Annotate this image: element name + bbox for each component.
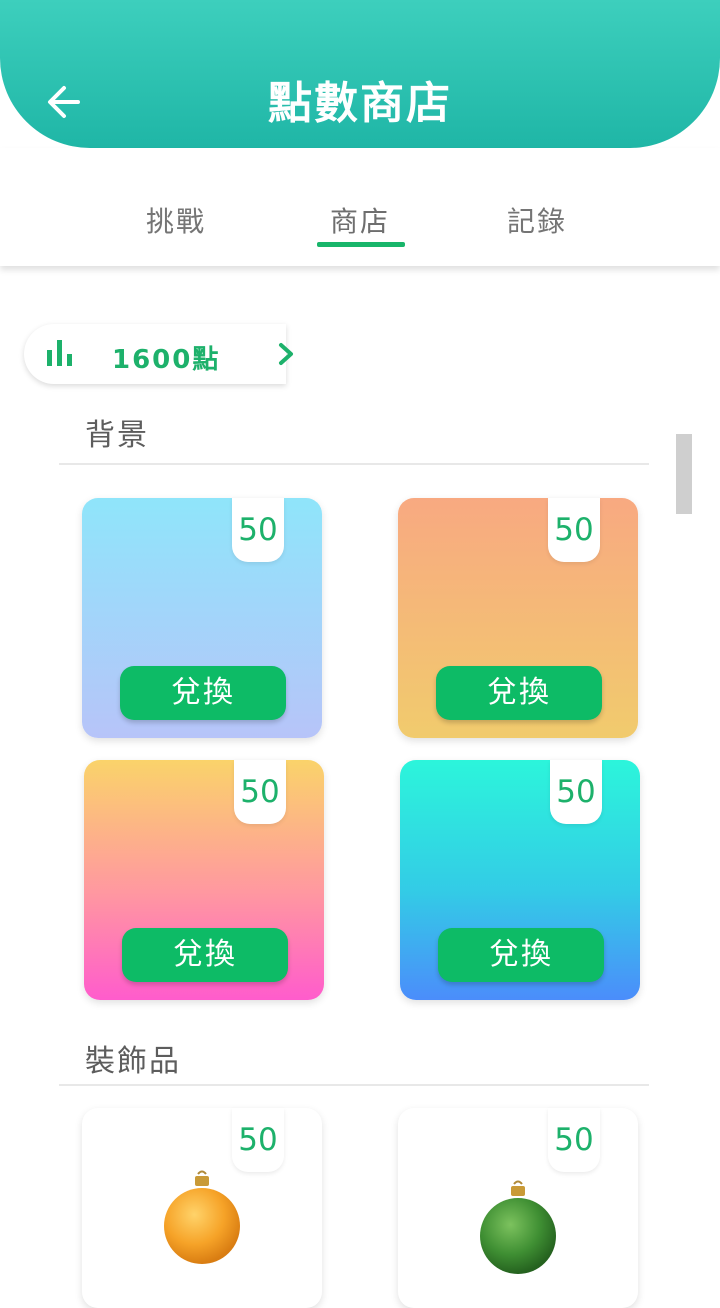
header-bar: 點數商店	[0, 0, 720, 148]
background-card[interactable]: 50 兌換	[398, 498, 638, 738]
tab-bar: 挑戰 商店 記錄	[0, 148, 720, 266]
section-divider	[59, 463, 649, 465]
background-card[interactable]: 50 兌換	[84, 760, 324, 1000]
chevron-right-icon	[279, 343, 293, 365]
price-tag: 50	[548, 1108, 600, 1172]
points-balance-button[interactable]: 1600點	[24, 324, 293, 384]
decoration-card[interactable]: 50	[82, 1108, 322, 1308]
redeem-button[interactable]: 兌換	[436, 666, 602, 720]
section-title-backgrounds: 背景	[85, 418, 149, 453]
points-value: 1600點	[112, 345, 221, 375]
price-tag: 50	[550, 760, 602, 824]
redeem-button[interactable]: 兌換	[120, 666, 286, 720]
scrollbar-thumb[interactable]	[676, 434, 692, 514]
section-divider	[59, 1084, 649, 1086]
decoration-card[interactable]: 50	[398, 1108, 638, 1308]
green-ornament-icon	[480, 1180, 556, 1274]
active-tab-indicator	[317, 242, 405, 247]
page-title: 點數商店	[268, 78, 452, 129]
section-title-decorations: 裝飾品	[85, 1044, 181, 1079]
tab-shop[interactable]: 商店	[330, 200, 390, 240]
tab-records[interactable]: 記錄	[507, 200, 567, 240]
price-tag: 50	[232, 498, 284, 562]
price-tag: 50	[548, 498, 600, 562]
redeem-button[interactable]: 兌換	[122, 928, 288, 982]
orange-ornament-icon	[164, 1170, 240, 1264]
tab-challenge[interactable]: 挑戰	[146, 200, 206, 240]
price-tag: 50	[232, 1108, 284, 1172]
redeem-button[interactable]: 兌換	[438, 928, 604, 982]
background-card[interactable]: 50 兌換	[82, 498, 322, 738]
bar-chart-icon	[47, 340, 72, 366]
background-card[interactable]: 50 兌換	[400, 760, 640, 1000]
price-tag: 50	[234, 760, 286, 824]
